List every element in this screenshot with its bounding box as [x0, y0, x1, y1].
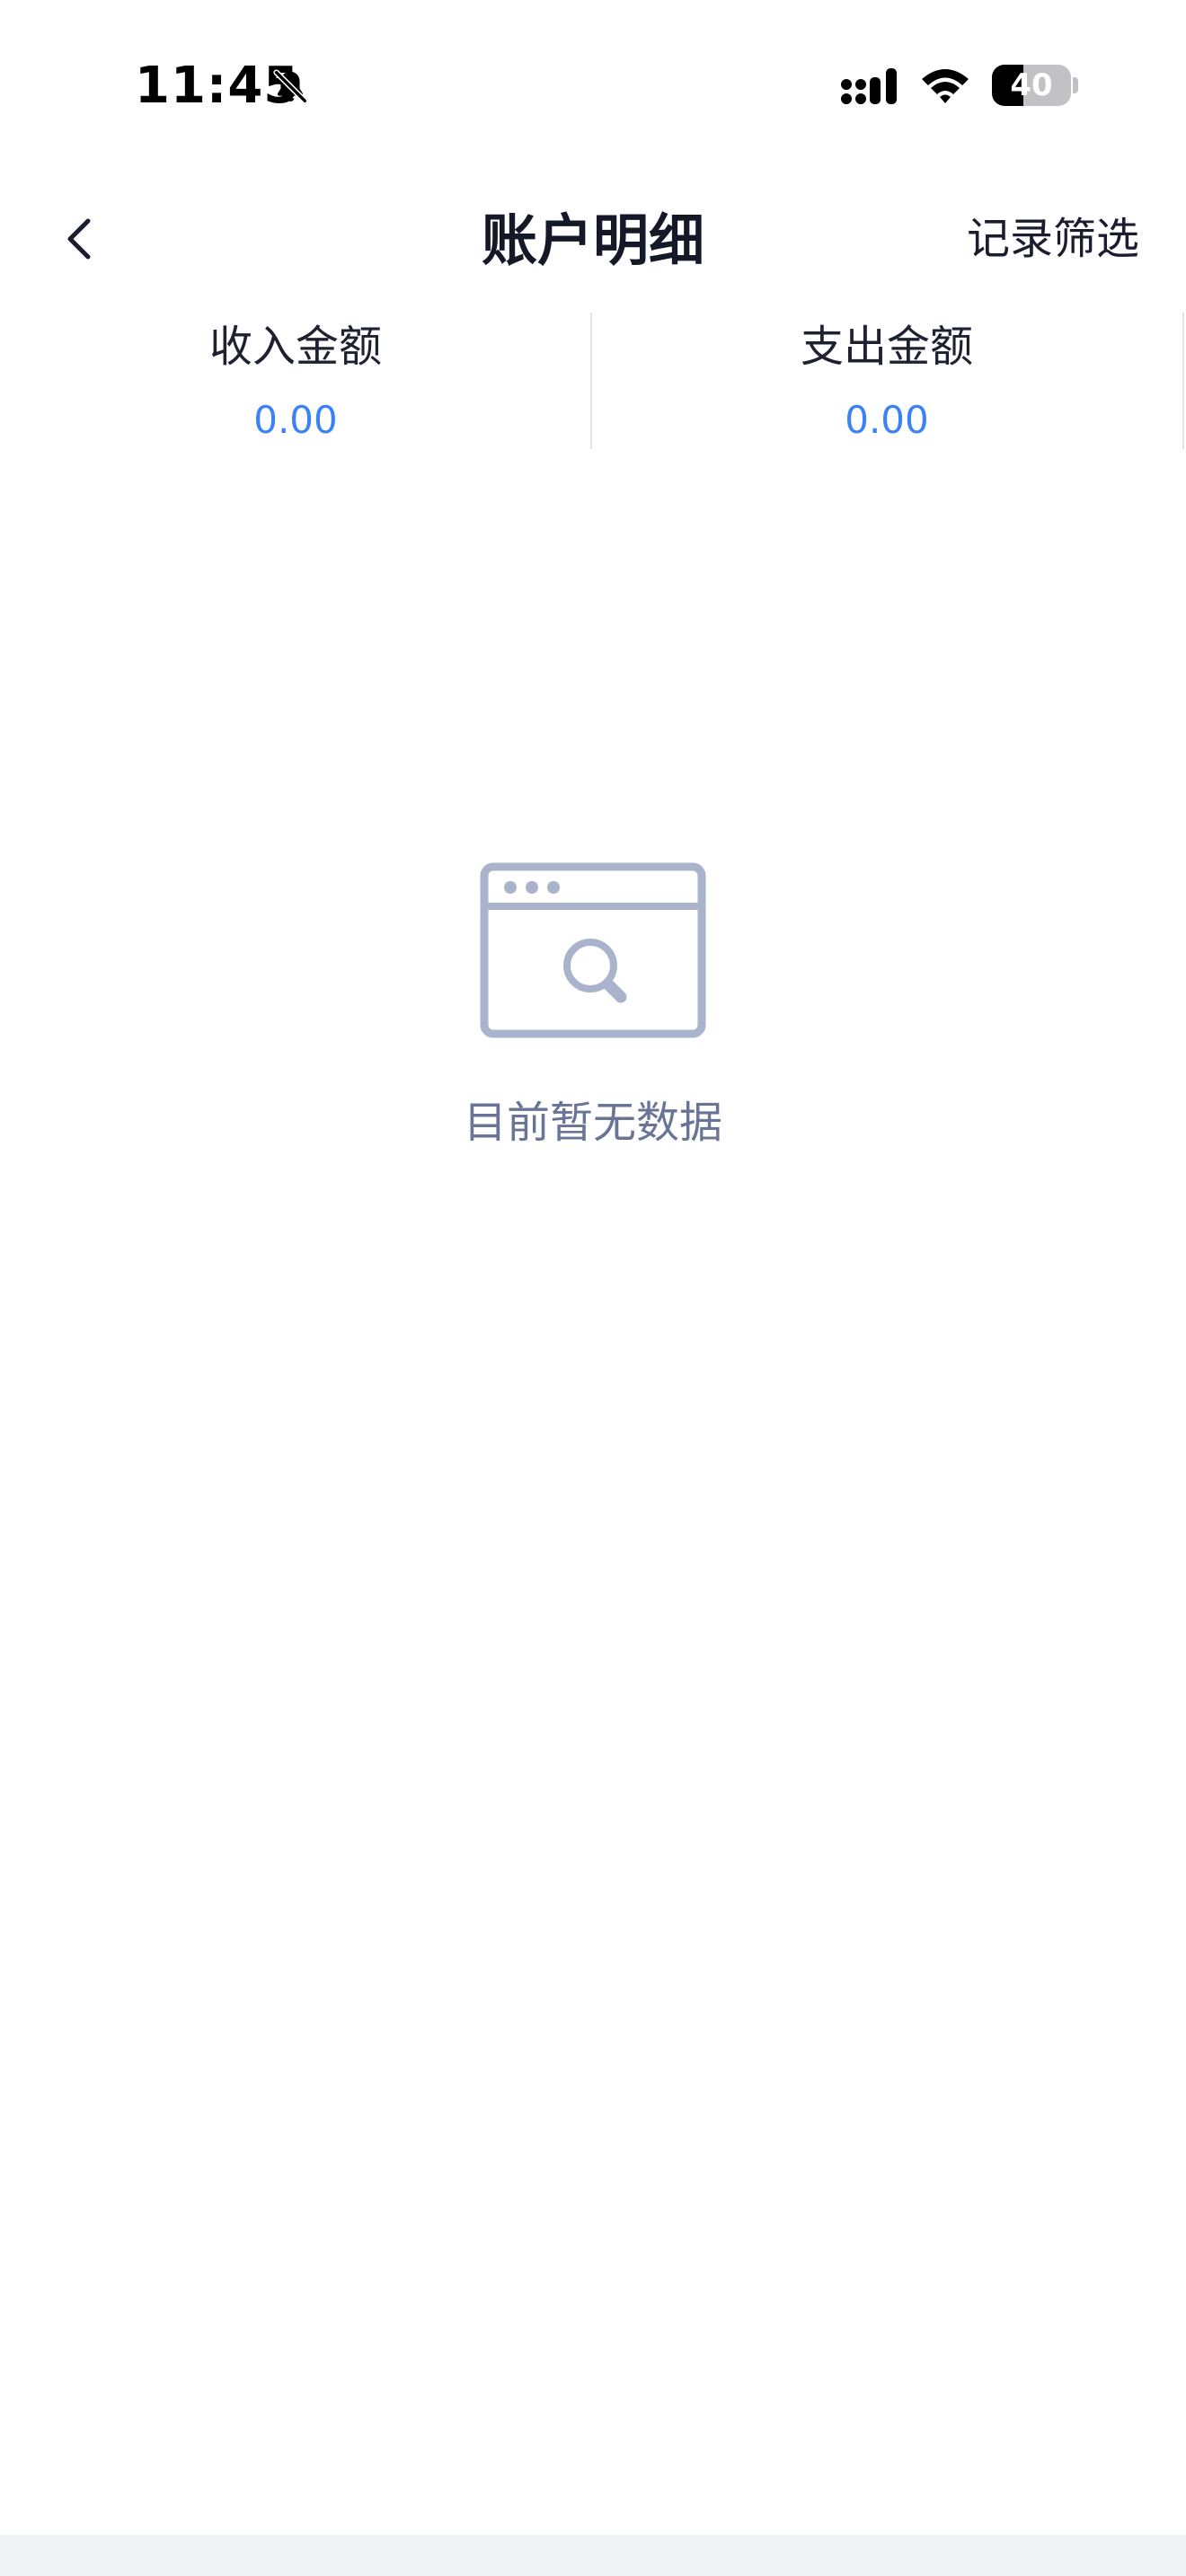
nav-bar: 账户明细 记录筛选	[0, 180, 1186, 296]
battery-nub	[1073, 77, 1078, 93]
battery-body: 40	[992, 65, 1071, 106]
chevron-left-icon	[67, 218, 91, 260]
expense-value: 0.00	[845, 398, 929, 442]
cellular-signal-icon	[841, 68, 897, 104]
page-title: 账户明细	[481, 207, 704, 273]
summary-divider-right	[1182, 313, 1184, 449]
battery-indicator: 40	[992, 65, 1078, 106]
record-filter-button[interactable]: 记录筛选	[967, 210, 1139, 268]
expense-label: 支出金额	[800, 322, 973, 372]
battery-level: 40	[1010, 67, 1053, 103]
bell-slash-icon	[273, 69, 308, 104]
empty-message: 目前暂无数据	[463, 1098, 722, 1148]
income-summary: 收入金额 0.00	[0, 309, 591, 453]
wifi-icon	[922, 69, 969, 103]
status-bar: 11:45 40	[0, 0, 1186, 162]
back-button[interactable]	[43, 203, 115, 275]
browser-search-icon	[480, 862, 706, 1038]
amount-summary: 收入金额 0.00 支出金额 0.00	[0, 309, 1186, 453]
empty-state: 目前暂无数据	[0, 862, 1186, 1151]
expense-summary: 支出金额 0.00	[591, 309, 1182, 453]
bottom-safe-area	[0, 2535, 1186, 2576]
income-label: 收入金额	[208, 322, 382, 372]
income-value: 0.00	[253, 398, 338, 442]
